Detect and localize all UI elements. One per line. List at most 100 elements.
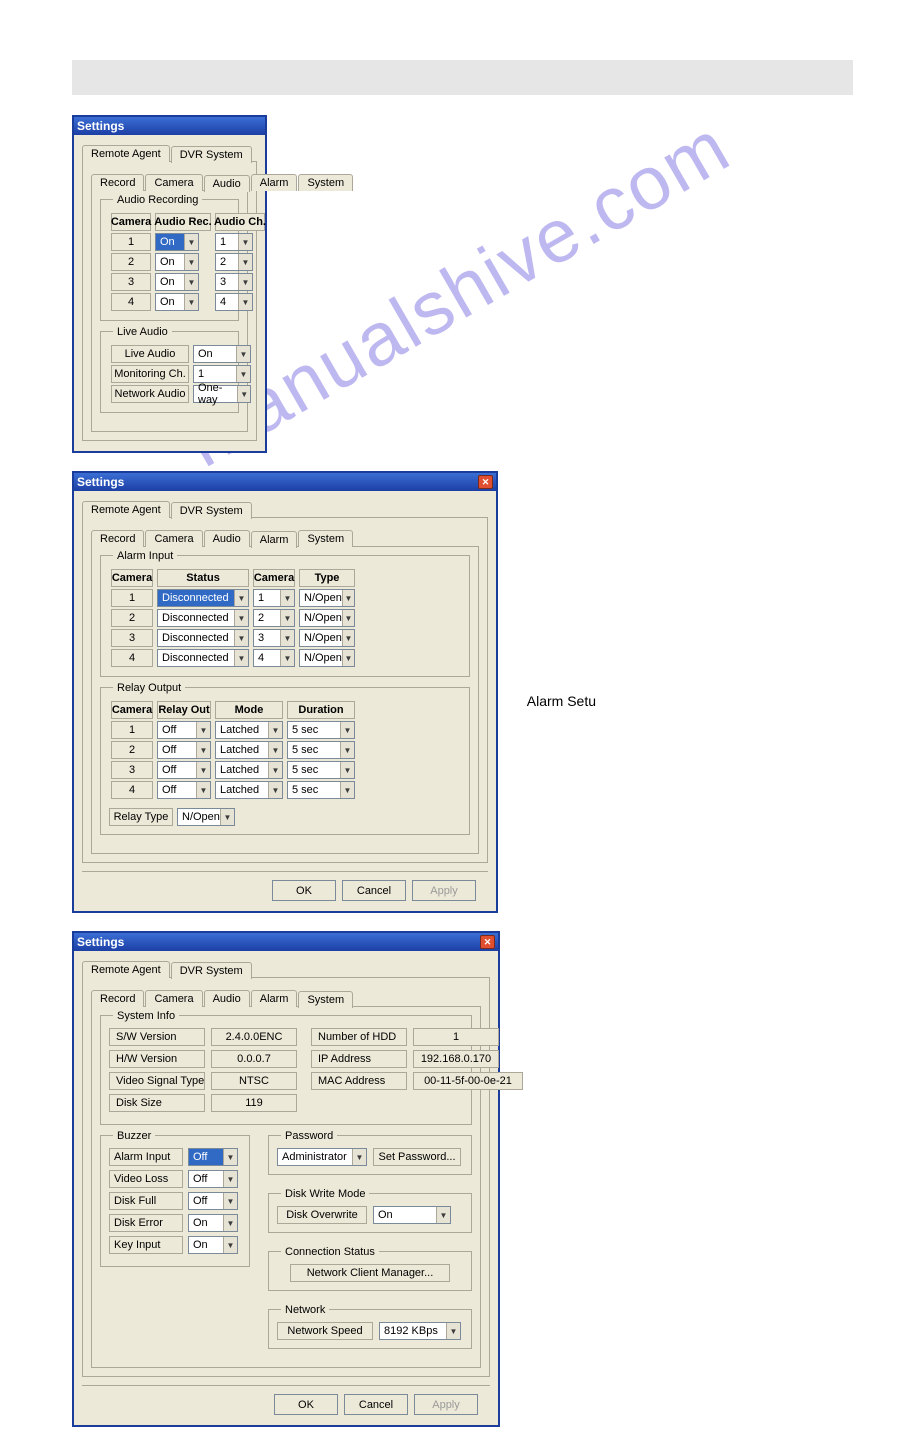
duration-select[interactable]: 5 sec▼: [287, 781, 355, 799]
network-speed-select[interactable]: 8192 KBps▼: [379, 1322, 461, 1340]
fieldset-legend: System Info: [113, 1010, 179, 1022]
fieldset-legend: Relay Output: [113, 682, 185, 694]
tab-record[interactable]: Record: [91, 530, 144, 547]
table-row: 2Disconnected▼2▼N/Open▼: [109, 608, 357, 628]
tab-camera[interactable]: Camera: [145, 174, 202, 191]
tab-dvr-system[interactable]: DVR System: [171, 146, 252, 163]
status-select[interactable]: Disconnected▼: [157, 589, 249, 607]
mode-select[interactable]: Latched▼: [215, 761, 283, 779]
mode-select[interactable]: Latched▼: [215, 721, 283, 739]
network-speed-label: Network Speed: [277, 1322, 373, 1340]
tab-record[interactable]: Record: [91, 174, 144, 191]
relay-type-select[interactable]: N/Open▼: [177, 808, 235, 826]
chevron-down-icon: ▼: [352, 1149, 366, 1165]
settings-dialog-alarm: Alarm Setu Settings ✕ Remote Agent DVR S…: [72, 471, 498, 913]
camera-select[interactable]: 1▼: [253, 589, 295, 607]
chevron-down-icon: ▼: [234, 590, 248, 606]
apply-button[interactable]: Apply: [412, 880, 476, 901]
tab-system[interactable]: System: [298, 991, 353, 1008]
cancel-button[interactable]: Cancel: [344, 1394, 408, 1415]
tab-camera[interactable]: Camera: [145, 990, 202, 1007]
sw-version-label: S/W Version: [109, 1028, 205, 1046]
relay-out-select[interactable]: Off▼: [157, 781, 211, 799]
camera-select[interactable]: 3▼: [253, 629, 295, 647]
chevron-down-icon: ▼: [237, 386, 250, 402]
relay-out-select[interactable]: Off▼: [157, 741, 211, 759]
system-info-fieldset: System Info S/W Version2.4.0.0ENC H/W Ve…: [100, 1015, 472, 1125]
live-audio-table: Live Audio On▼ Monitoring Ch. 1▼ Network…: [109, 344, 253, 404]
duration-select[interactable]: 5 sec▼: [287, 761, 355, 779]
mode-select[interactable]: Latched▼: [215, 741, 283, 759]
audio-rec-select[interactable]: On▼: [155, 233, 199, 251]
duration-select[interactable]: 5 sec▼: [287, 741, 355, 759]
password-role-select[interactable]: Administrator▼: [277, 1148, 367, 1166]
fieldset-legend: Connection Status: [281, 1246, 379, 1258]
video-signal-label: Video Signal Type: [109, 1072, 205, 1090]
network-audio-select[interactable]: One-way▼: [193, 385, 251, 403]
type-select[interactable]: N/Open▼: [299, 629, 355, 647]
status-select[interactable]: Disconnected▼: [157, 609, 249, 627]
mac-address-label: MAC Address: [311, 1072, 407, 1090]
disk-overwrite-select[interactable]: On▼: [373, 1206, 451, 1224]
duration-select[interactable]: 5 sec▼: [287, 721, 355, 739]
tab-audio[interactable]: Audio: [204, 175, 250, 192]
tab-system[interactable]: System: [298, 530, 353, 547]
tab-alarm[interactable]: Alarm: [251, 174, 298, 191]
close-button[interactable]: ✕: [478, 475, 493, 489]
audio-ch-select[interactable]: 1▼: [215, 233, 253, 251]
live-audio-select[interactable]: On▼: [193, 345, 251, 363]
chevron-down-icon: ▼: [340, 762, 354, 778]
audio-rec-select[interactable]: On▼: [155, 273, 199, 291]
audio-ch-select[interactable]: 4▼: [215, 293, 253, 311]
tab-alarm[interactable]: Alarm: [251, 990, 298, 1007]
tab-dvr-system[interactable]: DVR System: [171, 502, 252, 519]
fieldset-legend: Alarm Input: [113, 550, 177, 562]
tab-record[interactable]: Record: [91, 990, 144, 1007]
chevron-down-icon: ▼: [220, 809, 234, 825]
audio-rec-select[interactable]: On▼: [155, 293, 199, 311]
audio-ch-select[interactable]: 3▼: [215, 273, 253, 291]
tab-system[interactable]: System: [298, 174, 353, 191]
chevron-down-icon: ▼: [223, 1215, 237, 1231]
tab-remote-agent[interactable]: Remote Agent: [82, 961, 170, 978]
status-select[interactable]: Disconnected▼: [157, 649, 249, 667]
mode-select[interactable]: Latched▼: [215, 781, 283, 799]
tab-alarm[interactable]: Alarm: [251, 531, 298, 548]
set-password-button[interactable]: Set Password...: [373, 1148, 461, 1166]
buzzer-select[interactable]: Off▼: [188, 1148, 238, 1166]
chevron-down-icon: ▼: [280, 650, 294, 666]
chevron-down-icon: ▼: [234, 650, 248, 666]
chevron-down-icon: ▼: [184, 254, 198, 270]
camera-select[interactable]: 4▼: [253, 649, 295, 667]
buzzer-select[interactable]: Off▼: [188, 1170, 238, 1188]
relay-out-select[interactable]: Off▼: [157, 761, 211, 779]
audio-ch-select[interactable]: 2▼: [215, 253, 253, 271]
type-select[interactable]: N/Open▼: [299, 589, 355, 607]
ok-button[interactable]: OK: [274, 1394, 338, 1415]
type-select[interactable]: N/Open▼: [299, 609, 355, 627]
close-button[interactable]: ✕: [480, 935, 495, 949]
chevron-down-icon: ▼: [238, 234, 252, 250]
audio-rec-select[interactable]: On▼: [155, 253, 199, 271]
cancel-button[interactable]: Cancel: [342, 880, 406, 901]
relay-out-select[interactable]: Off▼: [157, 721, 211, 739]
buzzer-select[interactable]: On▼: [188, 1236, 238, 1254]
tab-camera[interactable]: Camera: [145, 530, 202, 547]
monitoring-ch-select[interactable]: 1▼: [193, 365, 251, 383]
apply-button[interactable]: Apply: [414, 1394, 478, 1415]
status-select[interactable]: Disconnected▼: [157, 629, 249, 647]
ok-button[interactable]: OK: [272, 880, 336, 901]
tab-audio[interactable]: Audio: [204, 530, 250, 547]
tab-remote-agent[interactable]: Remote Agent: [82, 501, 170, 518]
tab-remote-agent[interactable]: Remote Agent: [82, 145, 170, 162]
chevron-down-icon: ▼: [342, 650, 354, 666]
chevron-down-icon: ▼: [184, 274, 198, 290]
buzzer-select[interactable]: Off▼: [188, 1192, 238, 1210]
table-row: 3Disconnected▼3▼N/Open▼: [109, 628, 357, 648]
camera-select[interactable]: 2▼: [253, 609, 295, 627]
tab-dvr-system[interactable]: DVR System: [171, 962, 252, 979]
network-client-manager-button[interactable]: Network Client Manager...: [290, 1264, 450, 1282]
type-select[interactable]: N/Open▼: [299, 649, 355, 667]
buzzer-select[interactable]: On▼: [188, 1214, 238, 1232]
tab-audio[interactable]: Audio: [204, 990, 250, 1007]
